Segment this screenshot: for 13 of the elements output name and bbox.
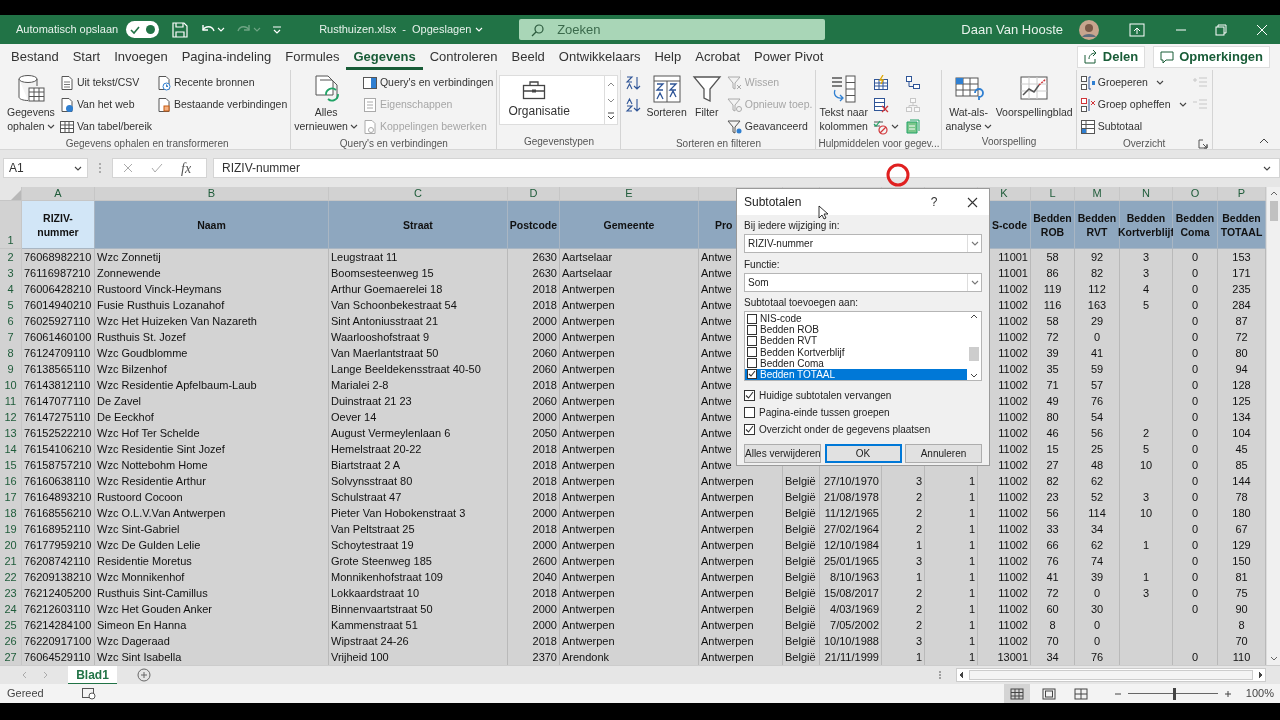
group-label: Gegevenstypen: [523, 135, 594, 149]
group-label: Voorspelling: [981, 135, 1037, 149]
group-label: Overzicht: [1123, 137, 1166, 151]
dialog-title: Subtotalen: [744, 194, 803, 211]
field-label: Bij iedere wijziging in:: [744, 220, 840, 232]
group-label: Hulpmiddelen voor gegev...: [818, 137, 940, 151]
user-name: Daan Van Hooste: [961, 20, 1063, 39]
group-label: Query's en verbindingen: [339, 137, 448, 151]
status-text: Gereed: [7, 686, 44, 702]
document-title: Rusthuizen.xlsx - Opgeslagen: [319, 22, 472, 38]
group-label: Sorteren en filteren: [675, 137, 761, 151]
autosave-label: Automatisch opslaan: [16, 22, 119, 38]
group-label: Gegevens ophalen en transformeren: [65, 137, 229, 151]
